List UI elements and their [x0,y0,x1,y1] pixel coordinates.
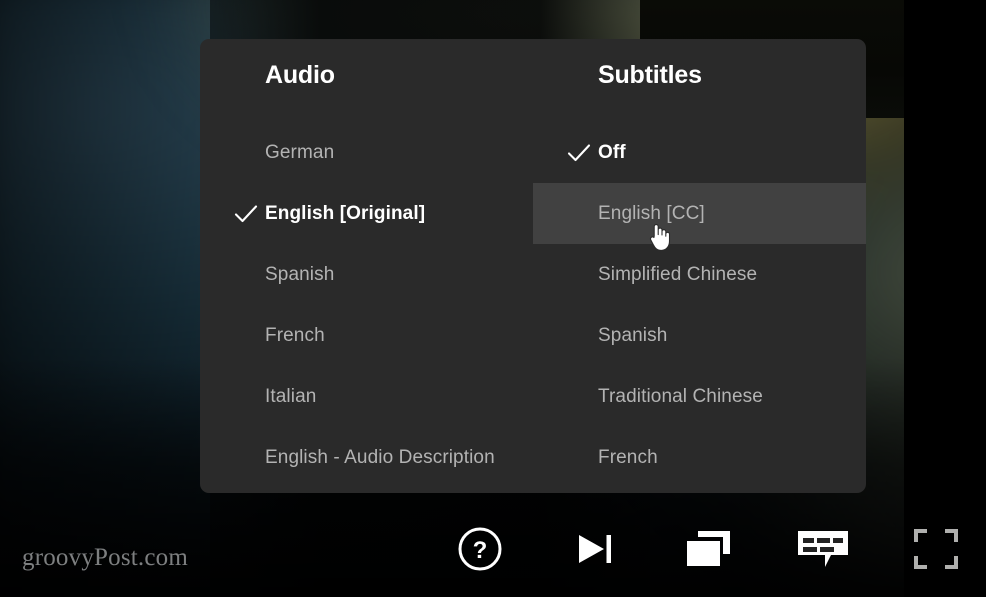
panel-columns: Audio German English [Original] Spanish … [200,39,866,493]
audio-option-label: Italian [265,385,317,407]
audio-option-label: English - Audio Description [265,446,495,468]
fullscreen-icon [913,528,959,570]
audio-option-english-original[interactable]: English [Original] [200,183,533,244]
help-circle-icon: ? [456,525,504,573]
next-episode-icon [571,525,619,573]
subtitles-button[interactable] [791,500,855,597]
subtitles-option-label: English [CC] [598,202,705,224]
subtitles-option-label: Traditional Chinese [598,385,763,407]
subtitles-option-off[interactable]: Off [533,122,866,183]
checkmark-icon [233,201,259,227]
browse-episodes-icon [683,527,735,571]
audio-option-label: German [265,141,335,163]
subtitles-option-label: Off [598,141,626,163]
player-controls-bar: ? [0,500,986,597]
audio-option-label: Spanish [265,263,335,285]
audio-option-spanish[interactable]: Spanish [200,244,533,305]
audio-option-french[interactable]: French [200,305,533,366]
audio-option-german[interactable]: German [200,122,533,183]
subtitles-column-heading: Subtitles [598,61,702,89]
audio-option-label: French [265,324,325,346]
audio-option-label: English [Original] [265,202,426,224]
subtitles-option-label: Simplified Chinese [598,263,758,285]
subtitles-option-label: Spanish [598,324,668,346]
subtitles-option-spanish[interactable]: Spanish [533,305,866,366]
checkmark-icon [566,140,592,166]
subtitles-option-label: French [598,446,658,468]
audio-option-italian[interactable]: Italian [200,366,533,427]
subtitles-column: Subtitles Off English [CC] Simplified Ch… [533,39,866,493]
help-button[interactable]: ? [450,500,510,597]
audio-option-list: German English [Original] Spanish French… [200,122,533,488]
subtitles-option-english-cc[interactable]: English [CC] [533,183,866,244]
browse-episodes-button[interactable] [678,500,740,597]
audio-column: Audio German English [Original] Spanish … [200,39,533,493]
audio-column-heading: Audio [265,61,335,89]
audio-option-english-audio-description[interactable]: English - Audio Description [200,427,533,488]
subtitles-icon [795,527,851,571]
video-player: groovyPost.com Audio German English [Ori… [0,0,986,597]
subtitles-option-simplified-chinese[interactable]: Simplified Chinese [533,244,866,305]
subtitles-option-traditional-chinese[interactable]: Traditional Chinese [533,366,866,427]
audio-subtitles-panel: Audio German English [Original] Spanish … [200,39,866,493]
subtitles-option-list: Off English [CC] Simplified Chinese Span… [533,122,866,488]
subtitles-option-french[interactable]: French [533,427,866,488]
next-episode-button[interactable] [565,500,625,597]
svg-text:?: ? [473,537,488,564]
fullscreen-button[interactable] [906,500,966,597]
